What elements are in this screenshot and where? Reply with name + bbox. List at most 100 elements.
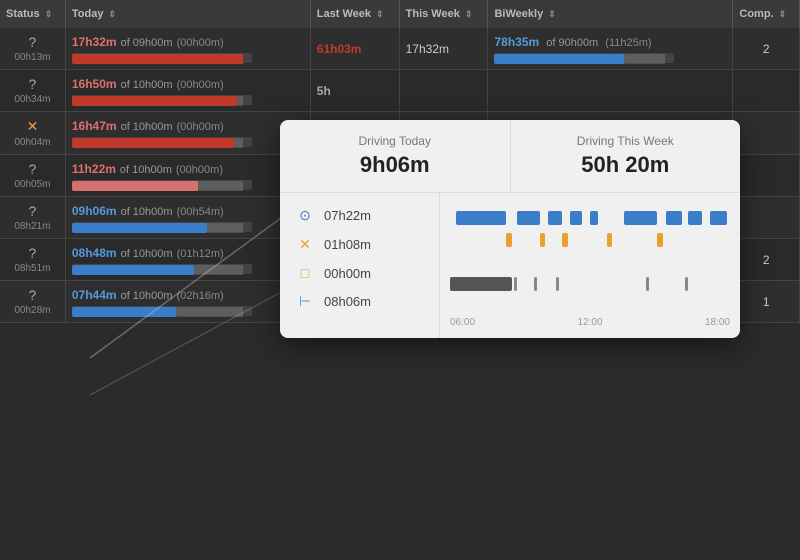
driving-week-label: Driving This Week (527, 134, 725, 148)
col-biweekly[interactable]: BiWeekly ⇕ (488, 0, 733, 28)
today-main: 17h32m (72, 35, 117, 49)
tl-label-1: 12:00 (577, 317, 602, 328)
tl-seg (590, 211, 598, 225)
col-lastweek-label: Last Week (317, 8, 371, 20)
thisweek-cell: 17h32m (399, 28, 488, 70)
col-last-week[interactable]: Last Week ⇕ (310, 0, 399, 28)
today-extra: (01h12m) (177, 248, 224, 260)
tl-seg (517, 211, 539, 225)
today-main: 09h06m (72, 204, 117, 218)
today-extra: (00h00m) (177, 79, 224, 91)
tl-seg (534, 277, 537, 291)
col-comp[interactable]: Comp. ⇕ (733, 0, 800, 28)
col-status[interactable]: Status ⇕ (0, 0, 65, 28)
col-status-label: Status (6, 8, 40, 20)
today-main: 16h47m (72, 119, 117, 133)
biweekly-cell (488, 70, 733, 112)
legend-value-work: 01h08m (324, 237, 371, 252)
today-bar-container (72, 95, 252, 105)
timeline-row-driving (450, 211, 730, 225)
tl-seg (540, 233, 546, 247)
today-bar-overflow (234, 138, 243, 148)
status-sub: 00h13m (6, 52, 59, 63)
popup-header: Driving Today 9h06m Driving This Week 50… (280, 120, 740, 193)
today-bar-overflow (237, 96, 242, 106)
sort-arrow-lastweek: ⇕ (376, 9, 384, 20)
col-today[interactable]: Today ⇕ (65, 0, 310, 28)
status-icon: ? (29, 76, 37, 92)
today-main: 16h50m (72, 77, 117, 91)
today-sub: of 10h00m (121, 290, 173, 302)
today-sub: of 10h00m (121, 248, 173, 260)
today-bar-fill (72, 223, 207, 233)
col-thisweek-label: This Week (406, 8, 460, 20)
legend-value-driving: 07h22m (324, 208, 371, 223)
status-icon: ? (29, 287, 37, 303)
lastweek-cell: 5h (310, 70, 399, 112)
status-cell: ?08h51m (0, 239, 65, 281)
today-bar-overflow (198, 181, 243, 191)
status-icon: ✕ (27, 118, 39, 134)
legend-icon-work: ✕ (296, 236, 314, 253)
comp-cell (733, 112, 800, 155)
legend-icon-rest: ⊢ (296, 293, 314, 310)
tl-seg (556, 277, 559, 291)
biweekly-extra: (11h25m) (602, 37, 651, 49)
legend-value-rest: 08h06m (324, 294, 371, 309)
tl-seg (456, 211, 506, 225)
sort-arrow-biweekly: ⇕ (548, 9, 556, 20)
comp-cell (733, 155, 800, 197)
today-cell: 09h06mof 10h00m(00h54m) (65, 197, 310, 239)
today-cell: 11h22mof 10h00m(00h00m) (65, 155, 310, 197)
today-bar-fill (72, 307, 176, 317)
tl-label-2: 18:00 (705, 317, 730, 328)
comp-cell (733, 197, 800, 239)
today-sub: of 10h00m (121, 79, 173, 91)
legend-row-3: ⊢ 08h06m (296, 293, 423, 310)
status-sub: 00h05m (6, 179, 59, 190)
status-cell: ✕00h04m (0, 112, 65, 155)
sort-arrow-today: ⇕ (109, 9, 117, 20)
biweekly-main: 78h35m (494, 35, 539, 49)
table-row[interactable]: ?00h13m17h32mof 09h00m(00h00m)61h03m17h3… (0, 28, 800, 70)
comp-cell: 2 (733, 239, 800, 281)
tl-seg (666, 211, 683, 225)
tl-seg (607, 233, 613, 247)
col-this-week[interactable]: This Week ⇕ (399, 0, 488, 28)
tl-seg (450, 277, 512, 291)
status-sub: 00h34m (6, 94, 59, 105)
tl-seg (570, 211, 581, 225)
status-icon: ? (29, 245, 37, 261)
today-bar-overflow (176, 307, 243, 317)
today-main: 07h44m (72, 288, 117, 302)
timeline-row-rest (450, 277, 730, 291)
status-cell: ?00h13m (0, 28, 65, 70)
tl-seg (685, 277, 688, 291)
table-row[interactable]: ? 00h34m 16h50m of 10h00m (00h00m) 5h (0, 70, 800, 112)
status-cell: ?08h21m (0, 197, 65, 239)
timeline-row-available (450, 255, 730, 269)
today-sub: of 10h00m (121, 206, 173, 218)
lastweek-cell: 61h03m (310, 28, 399, 70)
today-extra: (02h16m) (177, 290, 224, 302)
col-biweekly-label: BiWeekly (494, 8, 543, 20)
status-cell: ?00h05m (0, 155, 65, 197)
driving-today-label: Driving Today (296, 134, 494, 148)
today-extra: (00h00m) (177, 37, 224, 49)
legend-row-0: ⊙ 07h22m (296, 207, 423, 224)
today-bar-fill (72, 265, 194, 275)
biweekly-sub: of 90h00m (543, 37, 598, 49)
tl-label-0: 06:00 (450, 317, 475, 328)
today-bar-overflow (194, 265, 243, 275)
today-bar-container (72, 306, 252, 316)
table-header: Status ⇕ Today ⇕ Last Week ⇕ This Week ⇕… (0, 0, 800, 28)
today-bar-overflow (207, 223, 243, 233)
comp-cell (733, 70, 800, 112)
legend-icon-available: □ (296, 265, 314, 281)
popup-overlay: Driving Today 9h06m Driving This Week 50… (280, 120, 740, 338)
today-bar-fill (72, 138, 234, 148)
popup-timeline: 06:00 12:00 18:00 (440, 193, 740, 338)
today-bar-fill (72, 54, 243, 64)
tl-seg (688, 211, 702, 225)
col-today-label: Today (72, 8, 104, 20)
